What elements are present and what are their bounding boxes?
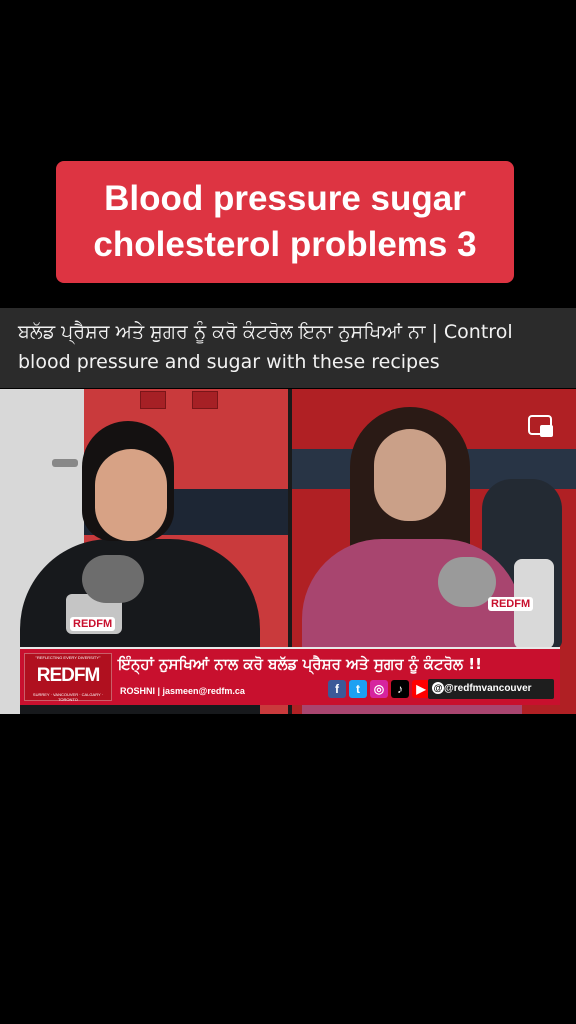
title-banner: Blood pressure sugar cholesterol problem… bbox=[56, 161, 514, 283]
caption-line-1: ਬਲੱਡ ਪ੍ਰੈਸ਼ਰ ਅਤੇ ਸ਼ੁਗਰ ਨੂੰ ਕਰੋ ਕੰਟਰੋਲ ਇਨ… bbox=[18, 321, 513, 343]
wall-sign bbox=[192, 391, 218, 409]
microphone-icon bbox=[82, 555, 144, 603]
video-player[interactable]: REDFM REDFM "REFLECTING EVERY DIVERSITY"… bbox=[0, 389, 576, 714]
lower-third-banner: "REFLECTING EVERY DIVERSITY" REDFM SURRE… bbox=[20, 647, 560, 705]
logo-cities: SURREY · VANCOUVER · CALGARY · TORONTO bbox=[32, 692, 104, 702]
title-line-2: cholesterol problems 3 bbox=[93, 225, 477, 264]
caption-line-2: blood pressure and sugar with these reci… bbox=[18, 351, 440, 373]
host-info: ROSHNI | jasmeen@redfm.ca bbox=[120, 686, 245, 696]
guest-right-face bbox=[374, 429, 446, 521]
mic-badge: REDFM bbox=[70, 617, 116, 631]
mic-badge: REDFM bbox=[488, 597, 534, 611]
instagram-icon: ◎ bbox=[370, 680, 388, 698]
door-handle bbox=[52, 459, 78, 467]
tiktok-icon: ♪ bbox=[391, 680, 409, 698]
twitter-icon: t bbox=[349, 680, 367, 698]
redfm-logo: "REFLECTING EVERY DIVERSITY" REDFM SURRE… bbox=[24, 653, 112, 702]
wall-sign bbox=[140, 391, 166, 409]
at-icon: @ bbox=[432, 682, 444, 694]
logo-text: REDFM bbox=[36, 665, 101, 686]
social-icons: f t ◎ ♪ ▶ bbox=[328, 680, 430, 698]
picture-in-picture-icon[interactable] bbox=[528, 415, 554, 439]
lower-third-headline: ਇੰਨ੍ਹਾਂ ਨੁਸਖਿਆਂ ਨਾਲ ਕਰੋ ਬਲੱਡ ਪ੍ਰੈਸ਼ਰ ਅਤੇ… bbox=[118, 655, 482, 673]
title-line-1: Blood pressure sugar bbox=[104, 179, 466, 218]
facebook-icon: f bbox=[328, 680, 346, 698]
video-caption[interactable]: ਬਲੱਡ ਪ੍ਰੈਸ਼ਰ ਅਤੇ ਸ਼ੁਗਰ ਨੂੰ ਕਰੋ ਕੰਟਰੋਲ ਇਨ… bbox=[0, 308, 576, 388]
logo-tagline: "REFLECTING EVERY DIVERSITY" bbox=[35, 655, 101, 660]
host-left-face bbox=[95, 449, 167, 541]
social-handle: @redfmvancouver bbox=[444, 683, 532, 694]
